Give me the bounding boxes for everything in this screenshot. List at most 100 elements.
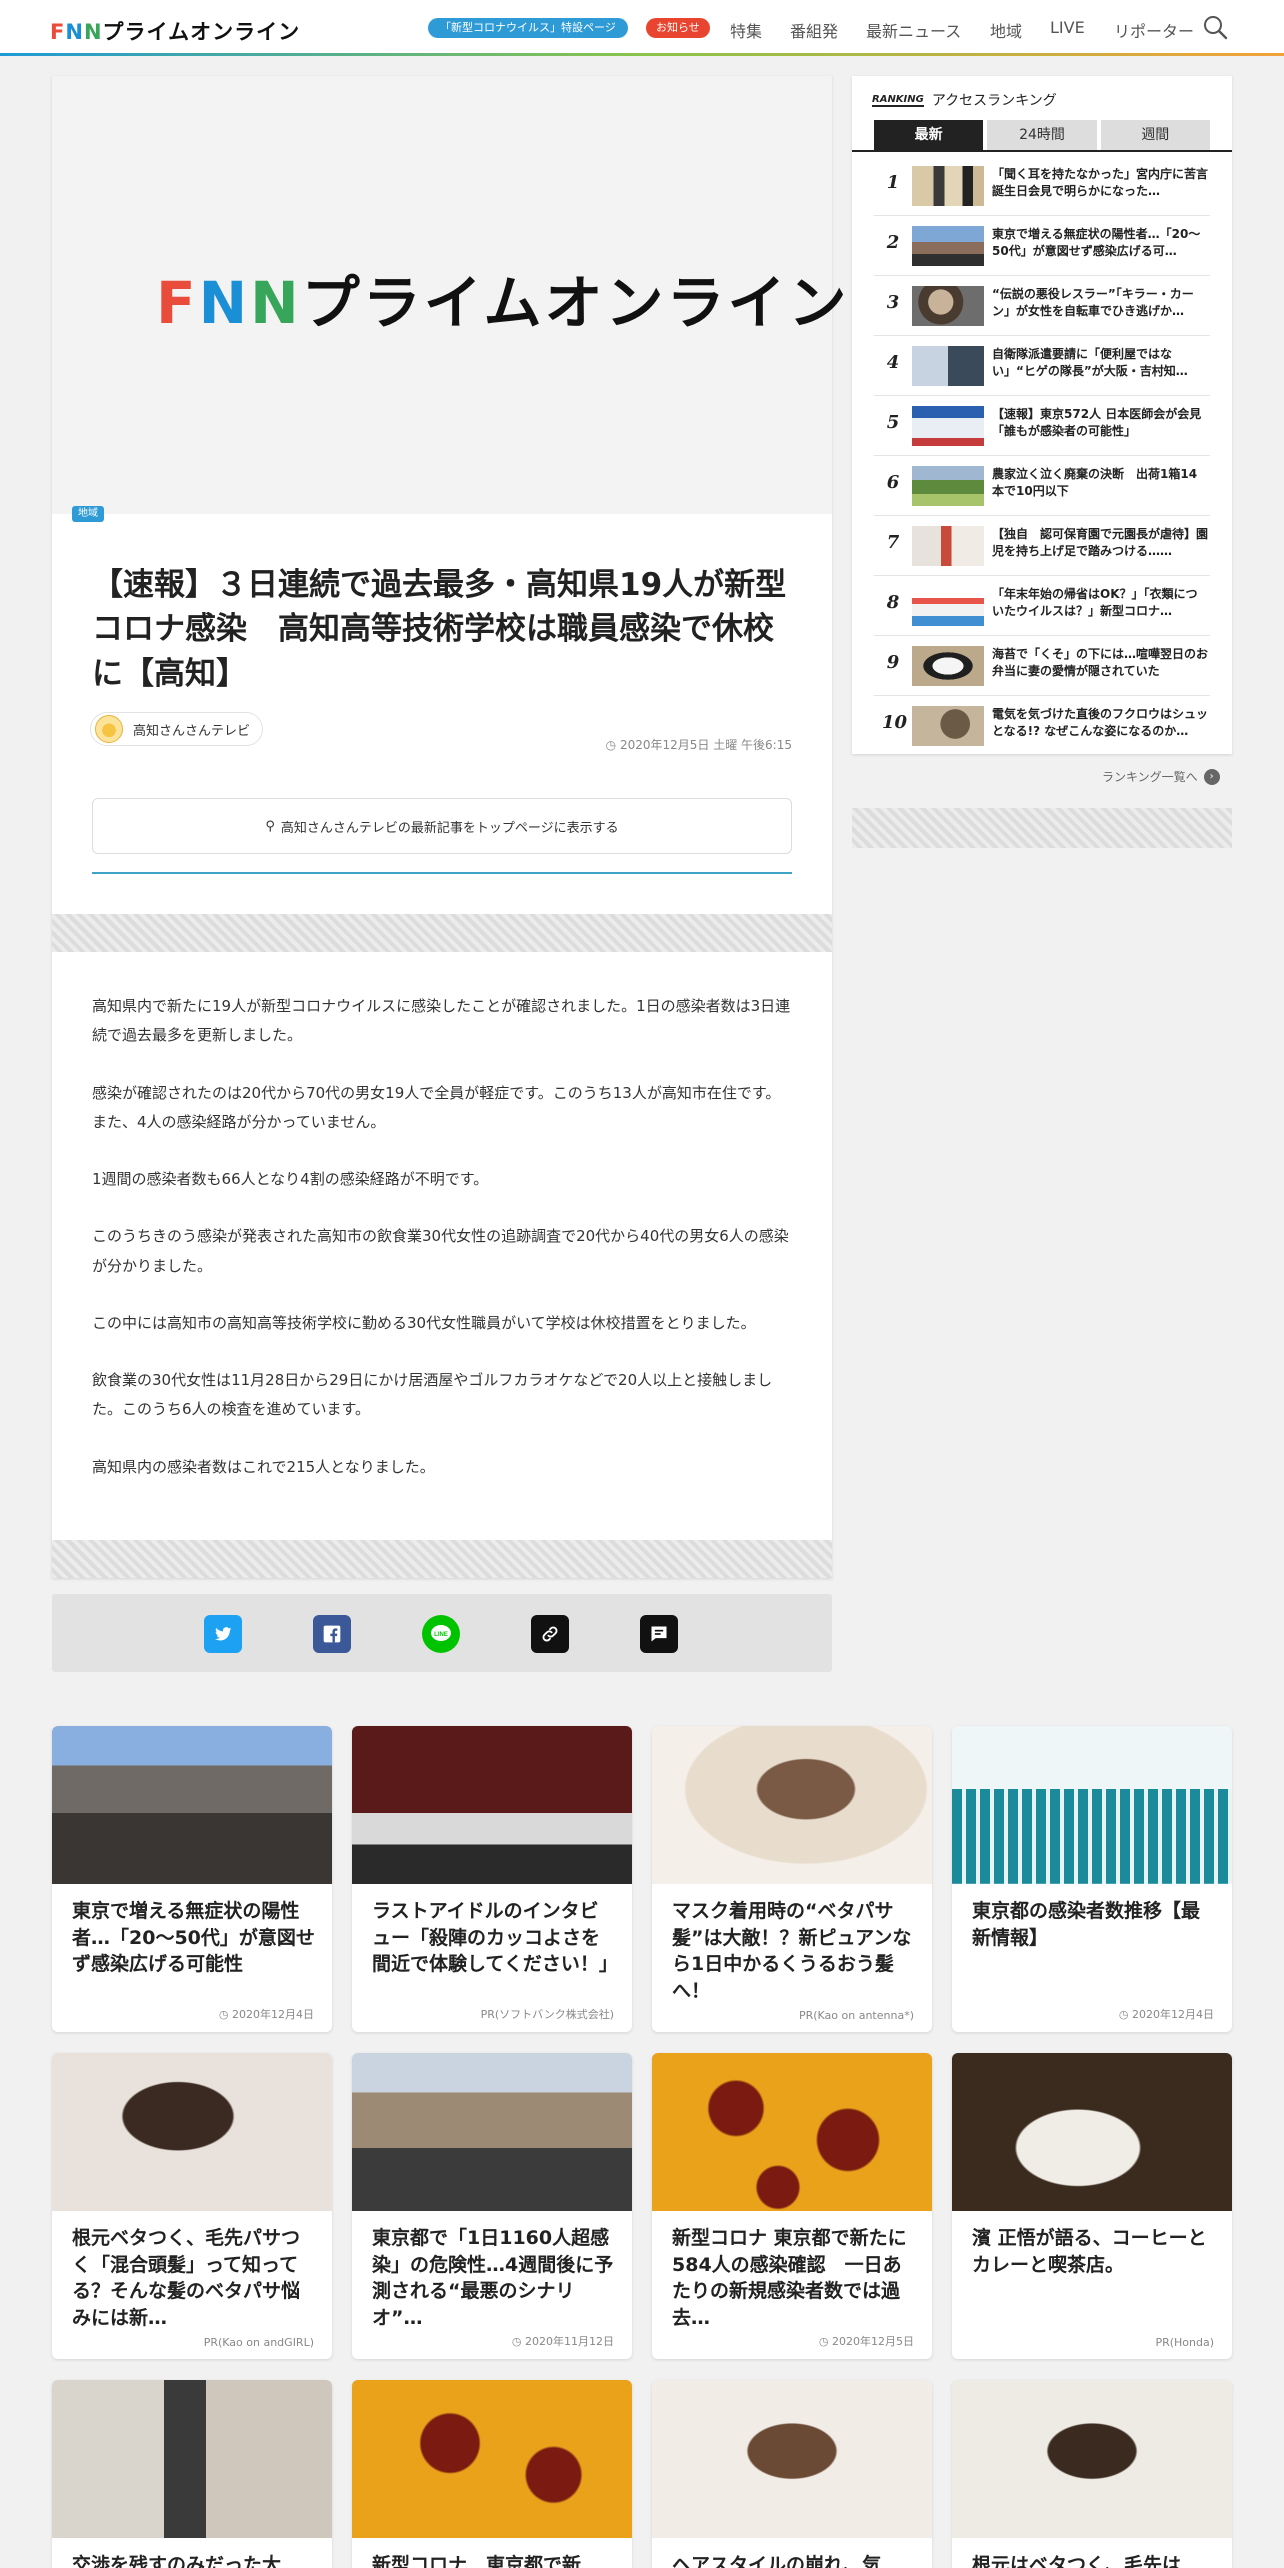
article-card-tile[interactable]: 新型コロナ 東京都で新た… bbox=[352, 2380, 632, 2568]
rank-number: 6 bbox=[886, 472, 900, 493]
header-gradient-line bbox=[0, 53, 1284, 56]
article-card-tile[interactable]: 東京都の感染者数推移【最新情報】 ◷ 2020年12月4日 bbox=[952, 1726, 1232, 2032]
site-header: FNNプライムオンライン 「新型コロナウイルス」特設ページ お知らせ 特集 番組… bbox=[0, 0, 1284, 56]
notice-link[interactable]: お知らせ bbox=[646, 18, 710, 38]
article-card-tile[interactable]: ラストアイドルのインタビュー「殺陣のカッコよさを間近で体験してください！」 PR… bbox=[352, 1726, 632, 2032]
nav-feature[interactable]: 特集 bbox=[730, 18, 762, 42]
ranking-item[interactable]: 6 農家泣く泣く廃棄の決断 出荷1箱14本で10円以下 bbox=[874, 456, 1210, 516]
article-card-tile[interactable]: ヘアスタイルの崩れ、気に… bbox=[652, 2380, 932, 2568]
nav-latest-news[interactable]: 最新ニュース bbox=[866, 18, 961, 42]
rank-number: 8 bbox=[886, 592, 900, 613]
ranking-item[interactable]: 3 “伝説の悪役レスラー”「キラー・カーン」が女性を自転車でひき逃げか… bbox=[874, 276, 1210, 336]
ranking-item[interactable]: 8 「年末年始の帰省はOK？」「衣類についたウイルスは？」新型コロナ… bbox=[874, 576, 1210, 636]
search-icon[interactable] bbox=[1202, 14, 1228, 40]
rank-number: 5 bbox=[886, 412, 900, 433]
rank-number: 7 bbox=[886, 532, 900, 553]
corona-special-link[interactable]: 「新型コロナウイルス」特設ページ bbox=[428, 18, 628, 38]
rank-headline: 電気を気づけた直後のフクロウはシュッとなる!? なぜこんな姿になるのか… bbox=[992, 707, 1208, 739]
copy-link-button[interactable] bbox=[531, 1615, 569, 1653]
facebook-share-button[interactable] bbox=[313, 1615, 351, 1653]
comment-icon bbox=[651, 1626, 667, 1642]
clock-icon: ◷ bbox=[1118, 2008, 1132, 2021]
article-card-tile[interactable]: 根元ベタつく、毛先パサつく「混合頭髪」って知ってる？そんな髪のベタパサ悩みには新… bbox=[52, 2053, 332, 2359]
card-title: 根元ベタつく、毛先パサつく「混合頭髪」って知ってる？そんな髪のベタパサ悩みには新… bbox=[72, 2227, 301, 2329]
card-title: マスク着用時の“ベタパサ髪”は大敵！？新ピュアンなら1日中かるくうるおう髪へ！ bbox=[672, 1900, 912, 2002]
nav-region[interactable]: 地域 bbox=[990, 18, 1022, 42]
card-image bbox=[652, 2053, 932, 2211]
clock-icon: ◷ bbox=[605, 738, 620, 752]
ranking-item[interactable]: 2 東京で増える無症状の陽性者…「20～50代」が意図せず感染広げる可… bbox=[874, 216, 1210, 276]
nav-live[interactable]: LIVE bbox=[1050, 18, 1085, 37]
ranking-item[interactable]: 7 【独自 認可保育園で元園長が虐待】園児を持ち上げ足で踏みつける…… bbox=[874, 516, 1210, 576]
article-card: FNNプライムオンライン 地域 【速報】３日連続で過去最多・高知県19人が新型コ… bbox=[52, 76, 847, 1578]
facebook-icon bbox=[323, 1625, 341, 1643]
ranking-title: アクセスランキング bbox=[931, 93, 1057, 109]
svg-text:LINE: LINE bbox=[434, 1632, 448, 1638]
body-paragraph: このうちきのう感染が発表された高知市の飲食業30代女性の追跡調査で20代から40… bbox=[92, 1227, 789, 1275]
pin-icon: ⚲ bbox=[265, 818, 275, 834]
site-logo[interactable]: FNNプライムオンライン bbox=[50, 16, 300, 46]
card-date: ◷ 2020年12月5日 bbox=[819, 2333, 914, 2349]
rank-headline: 【速報】東京572人 日本医師会が会見 「誰もが感染者の可能性」 bbox=[992, 407, 1208, 439]
article-timestamp: ◷ 2020年12月5日 土曜 午後6:15 bbox=[606, 736, 792, 753]
article-card-tile[interactable]: マスク着用時の“ベタパサ髪”は大敵！？新ピュアンなら1日中かるくうるおう髪へ！ … bbox=[652, 1726, 932, 2032]
chevron-right-icon: › bbox=[1203, 768, 1220, 785]
ranking-tag: RANKING bbox=[872, 93, 924, 107]
article-card-tile[interactable]: 東京都で「1日1160人超感染」の危険性…4週間後に予測される“最悪のシナリオ”… bbox=[352, 2053, 632, 2359]
article-card-tile[interactable]: 東京で増える無症状の陽性者…「20～50代」が意図せず感染広げる可能性 ◷ 20… bbox=[52, 1726, 332, 2032]
rank-headline: 自衛隊派遣要請に「便利屋ではない」“ヒゲの隊長”が大阪・吉村知… bbox=[992, 347, 1188, 379]
body-paragraph: 飲食業の30代女性は11月28日から29日にかけ居酒屋やゴルフカラオケなどで20… bbox=[92, 1371, 773, 1419]
rank-thumbnail bbox=[912, 466, 984, 506]
access-ranking: RANKING アクセスランキング 最新 24時間 週間 1 「聞く耳を持たなか… bbox=[852, 76, 1232, 754]
twitter-share-button[interactable] bbox=[204, 1615, 242, 1653]
article-card-tile[interactable]: 新型コロナ 東京都で新たに584人の感染確認 一日あたりの新規感染者数では過去…… bbox=[652, 2053, 932, 2359]
rank-number: 10 bbox=[882, 712, 908, 733]
article-card-tile[interactable]: 濱 正悟が語る、コーヒーとカレーと喫茶店。 PR(Honda) bbox=[952, 2053, 1232, 2359]
article-card-tile[interactable]: 交渉を残すのみだった大学… bbox=[52, 2380, 332, 2568]
ranking-tabs: 最新 24時間 週間 bbox=[874, 120, 1210, 150]
hatch-divider-bottom bbox=[52, 1540, 832, 1578]
category-badge[interactable]: 地域 bbox=[72, 506, 104, 522]
body-paragraph: 1週間の感染者数も66人となり4割の感染経路が不明です。 bbox=[92, 1170, 489, 1188]
ranking-item[interactable]: 10 電気を気づけた直後のフクロウはシュッとなる!? なぜこんな姿になるのか… bbox=[874, 696, 1210, 756]
card-sponsor: PR(Honda) bbox=[1155, 2336, 1214, 2349]
card-title: 新型コロナ 東京都で新たに584人の感染確認 一日あたりの新規感染者数では過去… bbox=[672, 2227, 907, 2329]
body-paragraph: 感染が確認されたのは20代から70代の男女19人で全員が軽症です。このうち13人… bbox=[92, 1083, 781, 1131]
rank-thumbnail bbox=[912, 286, 984, 326]
follow-label: 高知さんさんテレビの最新記事をトップページに表示する bbox=[280, 820, 619, 836]
comment-button[interactable] bbox=[640, 1615, 678, 1653]
ranking-item[interactable]: 1 「聞く耳を持たなかった」宮内庁に苦言 誕生日会見で明らかになった… bbox=[874, 156, 1210, 216]
follow-underline bbox=[92, 872, 792, 874]
card-image bbox=[52, 2380, 332, 2538]
rank-number: 1 bbox=[886, 172, 900, 193]
link-icon bbox=[542, 1626, 558, 1642]
rank-number: 4 bbox=[886, 352, 900, 373]
ranking-item[interactable]: 9 海苔で「くそ」の下には…喧嘩翌日のお弁当に妻の愛情が隠されていた bbox=[874, 636, 1210, 696]
card-title: 東京都で「1日1160人超感染」の危険性…4週間後に予測される“最悪のシナリオ”… bbox=[372, 2227, 614, 2329]
card-title: ヘアスタイルの崩れ、気に… bbox=[672, 2554, 882, 2568]
body-paragraph: 高知県内で新たに19人が新型コロナウイルスに感染したことが確認されました。1日の… bbox=[92, 997, 791, 1045]
rank-thumbnail bbox=[912, 526, 984, 566]
card-date: ◷ 2020年12月4日 bbox=[1119, 2006, 1214, 2022]
article-card-tile[interactable]: 根元はベタつく、毛先はパ… bbox=[952, 2380, 1232, 2568]
ranking-item[interactable]: 4 自衛隊派遣要請に「便利屋ではない」“ヒゲの隊長”が大阪・吉村知… bbox=[874, 336, 1210, 396]
ranking-item[interactable]: 5 【速報】東京572人 日本医師会が会見 「誰もが感染者の可能性」 bbox=[874, 396, 1210, 456]
ranking-header: RANKING アクセスランキング bbox=[872, 90, 1057, 110]
hatch-divider-top bbox=[52, 914, 832, 952]
card-title: 濱 正悟が語る、コーヒーとカレーと喫茶店。 bbox=[972, 2227, 1207, 2276]
card-image bbox=[352, 1726, 632, 1884]
tab-24h[interactable]: 24時間 bbox=[987, 120, 1097, 150]
line-share-button[interactable]: LINE bbox=[422, 1615, 460, 1653]
rank-number: 3 bbox=[886, 292, 900, 313]
ranking-more-link[interactable]: ランキング一覧へ › bbox=[1102, 768, 1220, 785]
ranking-more-label: ランキング一覧へ bbox=[1102, 770, 1198, 784]
tab-latest[interactable]: 最新 bbox=[874, 120, 984, 150]
rank-headline: 海苔で「くそ」の下には…喧嘩翌日のお弁当に妻の愛情が隠されていた bbox=[992, 647, 1208, 679]
card-meta-text: 2020年12月4日 bbox=[1132, 2008, 1214, 2021]
source-byline[interactable]: 高知さんさんテレビ bbox=[90, 712, 264, 746]
nav-program[interactable]: 番組発 bbox=[790, 18, 838, 42]
nav-reporter[interactable]: リポーター bbox=[1114, 18, 1194, 42]
card-title: 交渉を残すのみだった大学… bbox=[72, 2554, 282, 2568]
tab-weekly[interactable]: 週間 bbox=[1100, 120, 1210, 150]
follow-source-button[interactable]: ⚲ 高知さんさんテレビの最新記事をトップページに表示する bbox=[92, 798, 792, 854]
